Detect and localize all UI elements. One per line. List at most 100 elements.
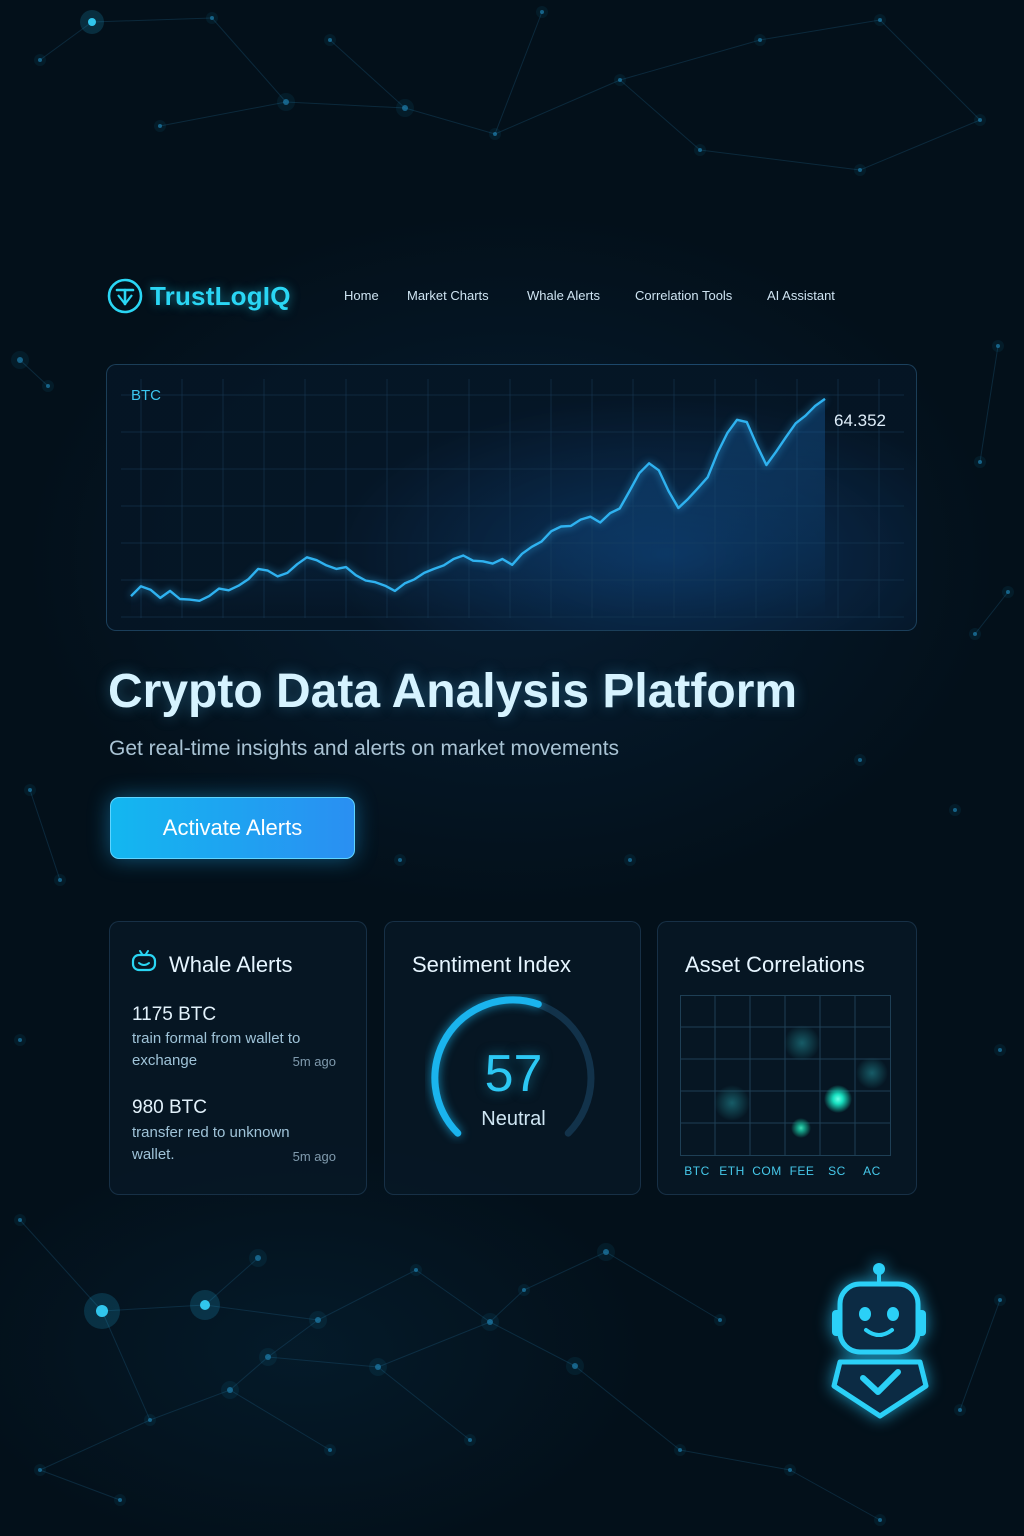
chart-canvas: BTC 64.352: [121, 379, 904, 618]
correlation-label-fee: FEE: [789, 1164, 815, 1178]
hero-title: Crypto Data Analysis Platform: [108, 665, 798, 718]
page: TrustLogIQ Home Market Charts Whale Aler…: [0, 0, 1024, 1536]
network-node: [38, 58, 42, 62]
network-link: [619, 39, 761, 81]
network-link: [204, 1304, 319, 1321]
network-link: [149, 1389, 231, 1421]
network-link: [377, 1366, 471, 1441]
network-node: [28, 788, 32, 792]
network-link: [415, 1269, 491, 1323]
nav-item-home[interactable]: Home: [344, 288, 379, 303]
network-link: [859, 119, 981, 171]
nav-item-ai-assistant[interactable]: AI Assistant: [767, 288, 835, 303]
network-link: [974, 591, 1009, 635]
network-node: [973, 632, 977, 636]
network-link: [619, 79, 701, 151]
network-link: [404, 107, 496, 135]
network-node: [96, 1305, 108, 1317]
robot-assistant-icon[interactable]: [824, 1260, 936, 1424]
alert-amount: 1175 BTC: [132, 1004, 217, 1025]
network-node: [18, 1218, 22, 1222]
network-node: [17, 357, 23, 363]
network-node: [398, 858, 402, 862]
network-node: [375, 1364, 381, 1370]
network-link: [879, 19, 981, 121]
nav-item-market-charts[interactable]: Market Charts: [407, 288, 489, 303]
network-node: [328, 38, 332, 42]
btc-price-chart[interactable]: BTC 64.352: [106, 364, 917, 631]
network-node: [227, 1387, 233, 1393]
brand-name: TrustLogIQ: [150, 280, 291, 311]
network-node: [998, 1048, 1002, 1052]
network-node: [88, 18, 96, 26]
nav-item-correlation-tools[interactable]: Correlation Tools: [635, 288, 732, 303]
network-link: [494, 79, 621, 135]
alert-time: 5m ago: [292, 1054, 336, 1069]
network-node: [118, 1498, 122, 1502]
sentiment-value: 57: [484, 1045, 543, 1103]
network-node: [315, 1317, 321, 1323]
network-node: [678, 1448, 682, 1452]
network-node: [468, 1438, 472, 1442]
network-node: [46, 384, 50, 388]
correlation-label-eth: ETH: [719, 1164, 745, 1178]
correlation-label-com: COM: [752, 1164, 782, 1178]
network-node: [402, 105, 408, 111]
network-node: [38, 1468, 42, 1472]
network-node: [978, 460, 982, 464]
network-node: [493, 132, 497, 136]
network-link: [39, 1419, 151, 1471]
network-node: [255, 1255, 261, 1261]
network-node: [283, 99, 289, 105]
whale-alerts-card[interactable]: Whale Alerts 1175 BTC train formal from …: [109, 921, 367, 1195]
network-node: [148, 1418, 152, 1422]
network-node: [698, 148, 702, 152]
network-node: [858, 168, 862, 172]
network-node: [522, 1288, 526, 1292]
nav-item-whale-alerts[interactable]: Whale Alerts: [527, 288, 600, 303]
network-link: [605, 1251, 721, 1321]
network-node: [953, 808, 957, 812]
correlation-label-sc: SC: [828, 1164, 846, 1178]
network-node: [1006, 590, 1010, 594]
network-link: [91, 17, 213, 23]
network-link: [699, 149, 861, 171]
network-node: [200, 1300, 210, 1310]
network-node: [878, 18, 882, 22]
network-link: [523, 1251, 607, 1291]
network-node: [540, 10, 544, 14]
chart-series-name: BTC: [131, 387, 161, 404]
network-node: [487, 1319, 493, 1325]
network-link: [329, 39, 406, 109]
network-link: [29, 789, 61, 881]
network-node: [788, 1468, 792, 1472]
network-link: [489, 1321, 576, 1367]
activate-alerts-button[interactable]: Activate Alerts: [110, 797, 355, 859]
network-node: [210, 16, 214, 20]
hero-subtitle: Get real-time insights and alerts on mar…: [109, 737, 620, 760]
alert-time: 5m ago: [292, 1149, 336, 1164]
network-node: [58, 878, 62, 882]
network-node: [618, 78, 622, 82]
asset-correlations-card[interactable]: Asset Correlations BTC ETH COM FEE SC AC: [657, 921, 917, 1195]
network-link: [574, 1365, 681, 1451]
network-link: [759, 19, 881, 41]
network-node: [628, 858, 632, 862]
heatmap-cell-glow: [856, 1057, 888, 1089]
network-node: [414, 1268, 418, 1272]
sentiment-index-card[interactable]: Sentiment Index 57 Neutral: [384, 921, 641, 1195]
network-node: [158, 124, 162, 128]
network-node: [603, 1249, 609, 1255]
network-node: [18, 1038, 22, 1042]
network-node: [998, 1298, 1002, 1302]
network-link: [789, 1469, 881, 1521]
network-link: [267, 1319, 319, 1358]
top-nav: TrustLogIQ Home Market Charts Whale Aler…: [106, 276, 918, 316]
whale-icon: [131, 950, 157, 972]
network-node: [978, 118, 982, 122]
network-link: [159, 101, 287, 127]
heatmap-cell-glow: [714, 1085, 750, 1121]
network-link: [285, 101, 406, 109]
network-link: [317, 1269, 417, 1321]
brand-logo[interactable]: TrustLogIQ: [106, 276, 291, 316]
